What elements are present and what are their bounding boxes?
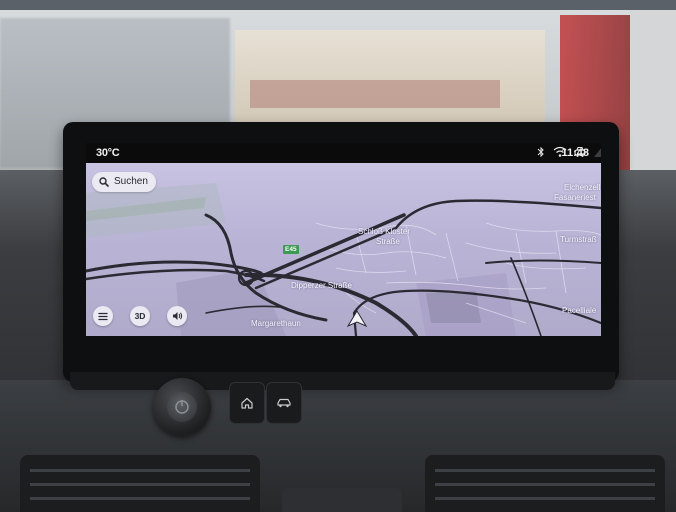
map-roads	[86, 183, 601, 336]
map-label-fasanerie: Fasaneriest	[554, 193, 596, 202]
car-hardware-button[interactable]	[266, 382, 302, 424]
view-3d-button[interactable]: 3D	[130, 306, 150, 326]
map-label-pacelliallee: Pacelliale	[562, 306, 597, 315]
center-console-buttons	[282, 488, 402, 512]
map-label-dipperzer: Dipperzer Straße	[291, 281, 352, 290]
power-icon	[175, 400, 189, 414]
menu-button[interactable]	[93, 306, 113, 326]
car-icon	[277, 398, 291, 408]
status-bar: 30°C 11:48	[86, 143, 601, 163]
map-label-margarethaun: Margarethaun	[251, 319, 301, 328]
map-label-strasse: Straße	[376, 237, 401, 246]
speaker-icon	[172, 312, 182, 320]
search-label: Suchen	[114, 176, 148, 187]
home-hardware-button[interactable]	[229, 382, 265, 424]
air-vent-left	[20, 455, 260, 512]
outside-temperature: 30°C	[96, 147, 120, 159]
map-label-turmstrasse: Turmstraß	[560, 235, 597, 244]
menu-icon	[98, 312, 108, 320]
view-3d-label: 3D	[134, 311, 146, 321]
navigation-map[interactable]: Eichenzell Fasaneriest Schloß Kloster St…	[86, 163, 601, 336]
map-label-eichenzell: Eichenzell	[564, 183, 601, 192]
background-building-stripe	[250, 80, 500, 108]
bluetooth-icon	[537, 146, 544, 158]
sound-button[interactable]	[167, 306, 187, 326]
vehicle-position-arrow	[346, 310, 368, 328]
air-vent-right	[425, 455, 665, 512]
home-icon	[241, 397, 253, 409]
infotainment-display: 30°C 11:48 Eichenzell Fasaneriest Schloß…	[86, 143, 601, 336]
search-icon	[99, 177, 109, 187]
windshield-top-band	[0, 0, 676, 10]
highway-shield: E45	[283, 245, 299, 254]
map-label-kloster: Schloß Kloster	[358, 227, 411, 236]
signal-icon	[594, 148, 601, 157]
search-button[interactable]: Suchen	[92, 172, 156, 192]
volume-knob[interactable]	[153, 378, 211, 436]
clock: 11:48	[561, 147, 589, 159]
display-chin	[70, 372, 615, 390]
knob-center	[167, 392, 197, 422]
